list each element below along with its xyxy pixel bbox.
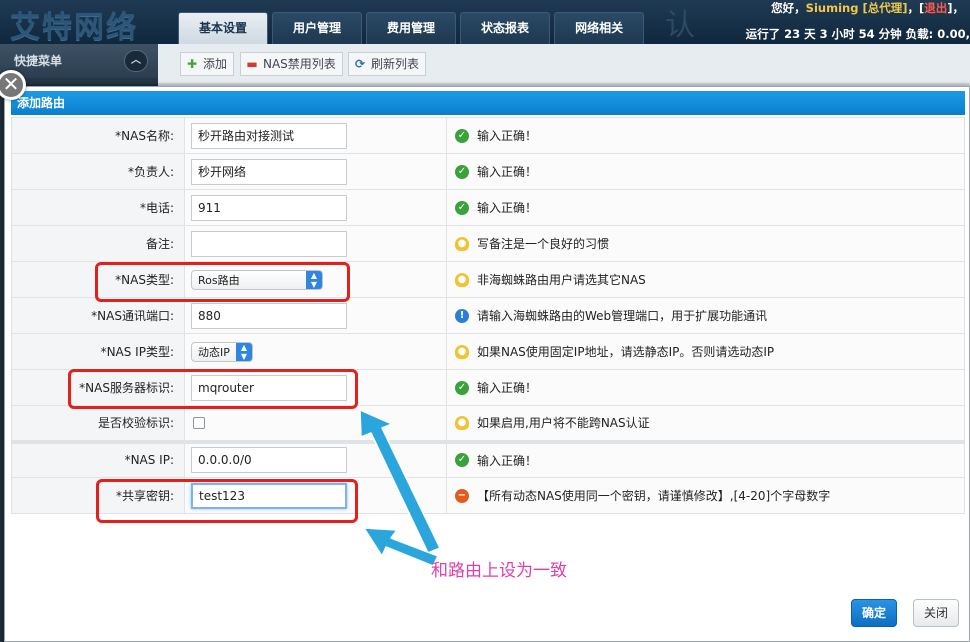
annotation-text: 和路由上设为一致 — [431, 561, 567, 581]
annotation-arrows — [359, 409, 441, 567]
